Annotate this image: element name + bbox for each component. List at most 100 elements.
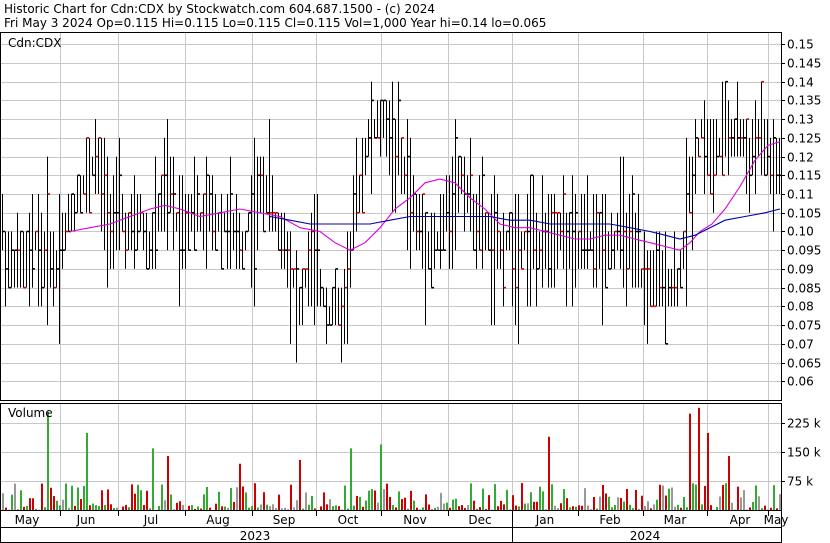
volume-bar <box>590 509 592 510</box>
volume-bar <box>59 505 61 510</box>
volume-tick-label: 75 k <box>787 475 813 489</box>
volume-bar <box>542 491 544 510</box>
volume-bar <box>329 499 331 510</box>
volume-bar <box>656 499 658 510</box>
volume-bar <box>182 504 184 510</box>
volume-bar <box>95 505 97 510</box>
volume-bar <box>170 494 172 510</box>
volume-bar <box>263 492 265 510</box>
volume-bar <box>761 508 763 510</box>
volume-bar <box>674 506 676 510</box>
month-label: Jun <box>76 513 96 527</box>
volume-bar <box>350 448 352 510</box>
volume-bar <box>422 507 424 510</box>
volume-bar <box>530 492 532 510</box>
volume-bar <box>650 508 652 510</box>
volume-bar <box>479 507 481 510</box>
volume-bar <box>476 508 478 510</box>
volume-bar <box>551 484 553 510</box>
volume-bar <box>743 490 745 510</box>
volume-bar <box>659 484 661 510</box>
volume-bar <box>413 500 415 510</box>
volume-bar <box>614 504 616 510</box>
volume-bar <box>665 495 667 510</box>
volume-bar <box>392 504 394 510</box>
volume-bar <box>692 483 694 510</box>
volume-bar <box>704 485 706 510</box>
volume-bar <box>473 500 475 510</box>
volume-bar <box>206 486 208 510</box>
volume-bar <box>371 489 373 510</box>
volume-bar <box>539 486 541 510</box>
volume-bar <box>758 496 760 510</box>
volume-bar <box>149 508 151 510</box>
volume-bar <box>512 495 514 510</box>
month-label: Aug <box>206 513 229 527</box>
volume-bar <box>68 507 70 510</box>
volume-bar <box>482 488 484 510</box>
month-label: Nov <box>403 513 426 527</box>
volume-bar <box>197 506 199 510</box>
volume-bar <box>719 496 721 510</box>
volume-bar <box>161 484 163 510</box>
price-tick-label: 0.075 <box>787 319 821 333</box>
volume-bar <box>11 494 13 510</box>
volume-bar <box>515 505 517 510</box>
volume-bar <box>158 506 160 510</box>
price-tick-label: 0.09 <box>787 263 814 277</box>
volume-bar <box>377 502 379 510</box>
volume-bar <box>173 509 175 510</box>
volume-bar <box>266 504 268 510</box>
volume-bar <box>632 508 634 510</box>
volume-bar <box>131 484 133 510</box>
volume-bar <box>443 503 445 510</box>
volume-bar <box>353 505 355 510</box>
volume-bar <box>764 505 766 510</box>
volume-bar <box>233 501 235 510</box>
volume-bar <box>191 505 193 510</box>
volume-bar <box>140 490 142 510</box>
volume-panel-frame <box>0 403 782 511</box>
volume-bar <box>419 509 421 510</box>
volume-bar <box>89 505 91 510</box>
volume-bar <box>305 492 307 510</box>
volume-bar <box>701 504 703 510</box>
volume-bar <box>644 505 646 510</box>
volume-bar <box>695 484 697 510</box>
volume-bar <box>281 508 283 510</box>
month-label: Feb <box>599 513 620 527</box>
volume-bar <box>323 492 325 510</box>
volume-bar <box>347 508 349 510</box>
volume-bar <box>749 507 751 510</box>
volume-bar <box>410 490 412 510</box>
volume-bar <box>251 506 253 510</box>
volume-bar <box>137 484 139 510</box>
volume-bar <box>254 483 256 510</box>
volume-bar <box>248 507 250 510</box>
volume-bar <box>35 508 37 510</box>
volume-bar <box>770 507 772 510</box>
month-label: Sep <box>273 513 296 527</box>
volume-bar <box>53 496 55 510</box>
volume-bar <box>83 485 85 510</box>
volume-bar <box>332 506 334 510</box>
volume-bar <box>662 485 664 510</box>
volume-bar <box>686 507 688 510</box>
volume-bar <box>776 508 778 510</box>
volume-bar <box>725 483 727 510</box>
volume-bar <box>77 487 79 510</box>
volume-bar <box>65 483 67 510</box>
volume-bar <box>356 495 358 510</box>
volume-bar <box>569 507 571 510</box>
volume-bar <box>635 490 637 510</box>
volume-bar <box>359 496 361 510</box>
month-label: May <box>15 513 40 527</box>
month-label: Dec <box>468 513 491 527</box>
volume-bar <box>296 500 298 510</box>
volume-bar <box>638 508 640 510</box>
volume-bar <box>584 488 586 510</box>
volume-axis: 75 k 150 k 225 k <box>781 417 821 489</box>
volume-bar <box>32 498 34 510</box>
volume-bar <box>599 496 601 510</box>
volume-bar <box>257 507 259 510</box>
